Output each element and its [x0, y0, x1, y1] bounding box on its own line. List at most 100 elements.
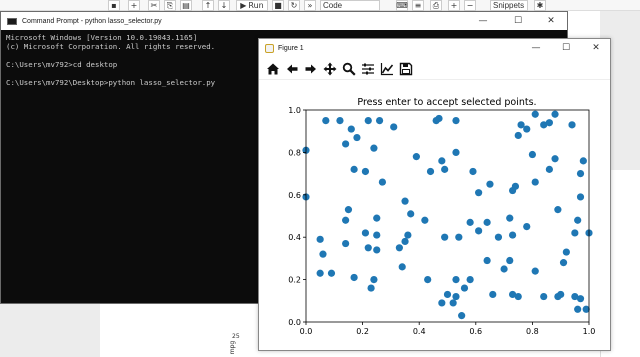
axes-edit-icon[interactable]: [379, 61, 395, 77]
scatter-point: [395, 244, 403, 252]
cell-type-select[interactable]: Code: [320, 0, 380, 11]
move-up-icon[interactable]: ↑: [202, 0, 214, 11]
scatter-point: [531, 178, 539, 186]
minimize-icon[interactable]: —: [522, 39, 550, 57]
scatter-point: [475, 227, 483, 235]
scatter-point: [373, 231, 381, 239]
scatter-point: [322, 117, 330, 125]
scatter-point: [342, 239, 350, 248]
scatter-point: [483, 256, 491, 265]
scatter-point: [551, 155, 559, 163]
forward-arrow-icon[interactable]: [303, 61, 319, 77]
scatter-point: [489, 290, 497, 299]
data-points: [302, 110, 593, 320]
fast-forward-icon[interactable]: »: [304, 0, 316, 11]
scatter-point: [443, 290, 452, 299]
x-tick-label: 0.8: [526, 327, 539, 336]
scatter-point: [421, 216, 429, 224]
scatter-point: [545, 119, 553, 127]
print-icon[interactable]: ⎙: [430, 0, 442, 11]
scatter-point: [373, 214, 381, 222]
figure-title: Figure 1: [278, 45, 304, 52]
save-icon[interactable]: [398, 61, 414, 77]
back-arrow-icon[interactable]: [284, 61, 300, 77]
minimize-icon[interactable]: —: [469, 12, 497, 30]
settings-icon[interactable]: ≡: [412, 0, 424, 11]
scatter-point: [574, 305, 582, 313]
y-tick-label: 0.4: [288, 233, 301, 242]
scatter-point: [361, 229, 370, 237]
scatter-point: [452, 276, 460, 284]
scatter-point: [559, 259, 568, 267]
add-cell-icon[interactable]: +: [128, 0, 140, 11]
scatter-point: [350, 165, 358, 173]
y-tick-label: 0.0: [288, 318, 301, 327]
scatter-point: [576, 170, 585, 178]
scatter-point: [483, 218, 491, 226]
figure-toolbar: [259, 58, 610, 80]
scatter-point: [316, 269, 324, 277]
y-tick-label: 0.8: [288, 148, 301, 157]
figure-window[interactable]: Figure 1 — ☐ ✕ Press enter to accept sel…: [258, 38, 611, 351]
keyboard-icon[interactable]: ⌨: [396, 0, 408, 11]
scatter-point: [401, 237, 409, 246]
background-axis-tick: 25: [232, 333, 240, 340]
run-button[interactable]: ▶ Run: [236, 0, 268, 11]
scatter-point: [574, 216, 582, 224]
maximize-icon[interactable]: ☐: [504, 12, 532, 30]
figure-titlebar[interactable]: Figure 1 — ☐ ✕: [259, 39, 610, 58]
snippets-select[interactable]: Snippets: [490, 0, 528, 11]
cut-icon[interactable]: ✂: [148, 0, 160, 11]
maximize-icon[interactable]: ☐: [552, 39, 580, 57]
matplotlib-icon: [265, 44, 274, 53]
scatter-point: [508, 231, 517, 239]
scatter-point: [412, 153, 420, 161]
scatter-point: [370, 144, 378, 152]
scatter-point: [576, 193, 585, 201]
scatter-point: [452, 117, 460, 125]
scatter-point: [531, 110, 539, 118]
scatter-point: [494, 233, 503, 241]
stop-icon[interactable]: ■: [272, 0, 284, 11]
scatter-plot[interactable]: Press enter to accept selected points. 0…: [259, 80, 610, 350]
paste-icon[interactable]: ▤: [180, 0, 192, 11]
command-prompt-titlebar[interactable]: Command Prompt - python lasso_selector.p…: [1, 12, 567, 30]
scatter-point: [545, 165, 553, 173]
notebook-toolbar: ▪ + ✂ ⎘ ▤ ↑ ↓ ▶ Run ■ ↻ » Code ⌨ ≡ ⎙ + −…: [0, 0, 640, 11]
copy-icon[interactable]: ⎘: [164, 0, 176, 11]
scatter-point: [407, 210, 415, 218]
tools-icon[interactable]: ✱: [534, 0, 546, 11]
y-tick-label: 1.0: [288, 106, 301, 115]
scatter-point: [571, 229, 579, 237]
scatter-point: [336, 117, 344, 125]
home-icon[interactable]: [265, 61, 281, 77]
scatter-point: [452, 148, 460, 156]
close-icon[interactable]: ✕: [582, 39, 610, 57]
close-icon[interactable]: ✕: [537, 12, 565, 30]
restart-icon[interactable]: ↻: [288, 0, 300, 11]
scatter-point: [466, 218, 474, 226]
scatter-point: [506, 214, 514, 222]
scatter-point: [364, 117, 372, 125]
scatter-point: [460, 284, 469, 292]
scatter-point: [438, 299, 446, 307]
zoom-in-icon[interactable]: +: [448, 0, 460, 11]
scatter-point: [528, 150, 536, 159]
move-down-icon[interactable]: ↓: [218, 0, 230, 11]
scatter-point: [424, 276, 432, 284]
scatter-point: [438, 157, 446, 165]
pan-icon[interactable]: [322, 61, 338, 77]
background-axis-label: mpg: [229, 340, 237, 355]
scatter-point: [375, 117, 384, 125]
save-icon[interactable]: ▪: [108, 0, 120, 11]
scatter-point: [441, 165, 449, 173]
x-axis: 0.0 0.2 0.4 0.6 0.8 1.0: [300, 322, 595, 336]
scatter-point: [540, 292, 548, 301]
zoom-icon[interactable]: [341, 61, 357, 77]
scatter-point: [367, 284, 375, 292]
subplots-icon[interactable]: [360, 61, 376, 77]
y-tick-label: 0.6: [288, 191, 301, 200]
x-tick-label: 0.2: [356, 327, 369, 336]
zoom-out-icon[interactable]: −: [464, 0, 476, 11]
scatter-point: [350, 273, 358, 282]
